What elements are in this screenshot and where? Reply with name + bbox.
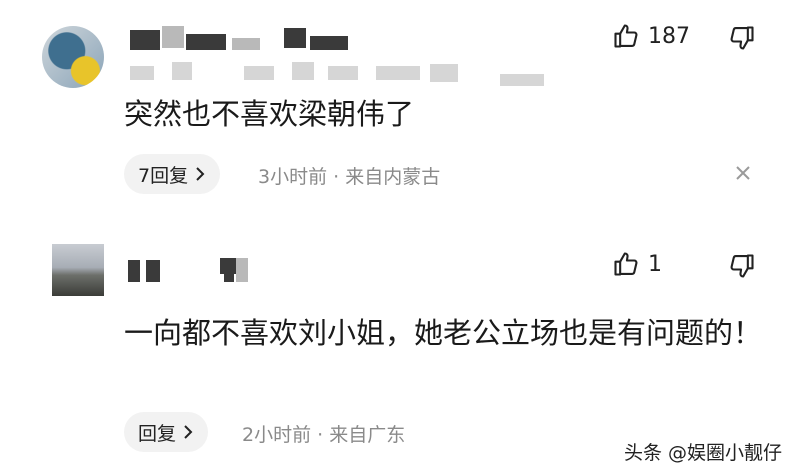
reply-label: 7回复 — [138, 164, 189, 187]
comment-text: 突然也不喜欢梁朝伟了 — [124, 97, 415, 131]
thumbs-up-icon — [614, 252, 638, 276]
reply-label: 回复 — [138, 422, 177, 445]
like-count: 1 — [648, 251, 662, 277]
watermark: 头条 @娱圈小靓仔 — [623, 442, 782, 464]
comment-meta: 2小时前 · 来自广东 — [242, 424, 406, 446]
avatar[interactable] — [52, 244, 104, 296]
chevron-right-icon — [196, 167, 205, 181]
thumbs-down-icon[interactable] — [728, 252, 756, 280]
like-count: 187 — [648, 23, 690, 49]
reply-button[interactable]: 回复 — [124, 412, 209, 452]
like-button[interactable]: 187 — [612, 22, 690, 50]
reply-button[interactable]: 7回复 — [124, 154, 221, 194]
thumbs-down-icon[interactable] — [728, 24, 756, 52]
comment-meta: 3小时前 · 来自内蒙古 — [258, 166, 441, 188]
close-icon[interactable] — [734, 164, 752, 182]
chevron-right-icon — [184, 425, 193, 439]
comment-text: 一向都不喜欢刘小姐，她老公立场也是有问题的！ — [124, 316, 763, 350]
avatar[interactable] — [42, 26, 104, 88]
like-button[interactable]: 1 — [612, 250, 662, 278]
thumbs-up-icon — [614, 24, 638, 48]
comment-item: 1 一向都不喜欢刘小姐，她老公立场也是有问题的！ 回复 2小时前 · 来自广东 — [0, 230, 800, 473]
comment-item: 187 突然也不喜欢梁朝伟了 7回复 3小时前 · 来自内蒙古 — [0, 0, 800, 200]
